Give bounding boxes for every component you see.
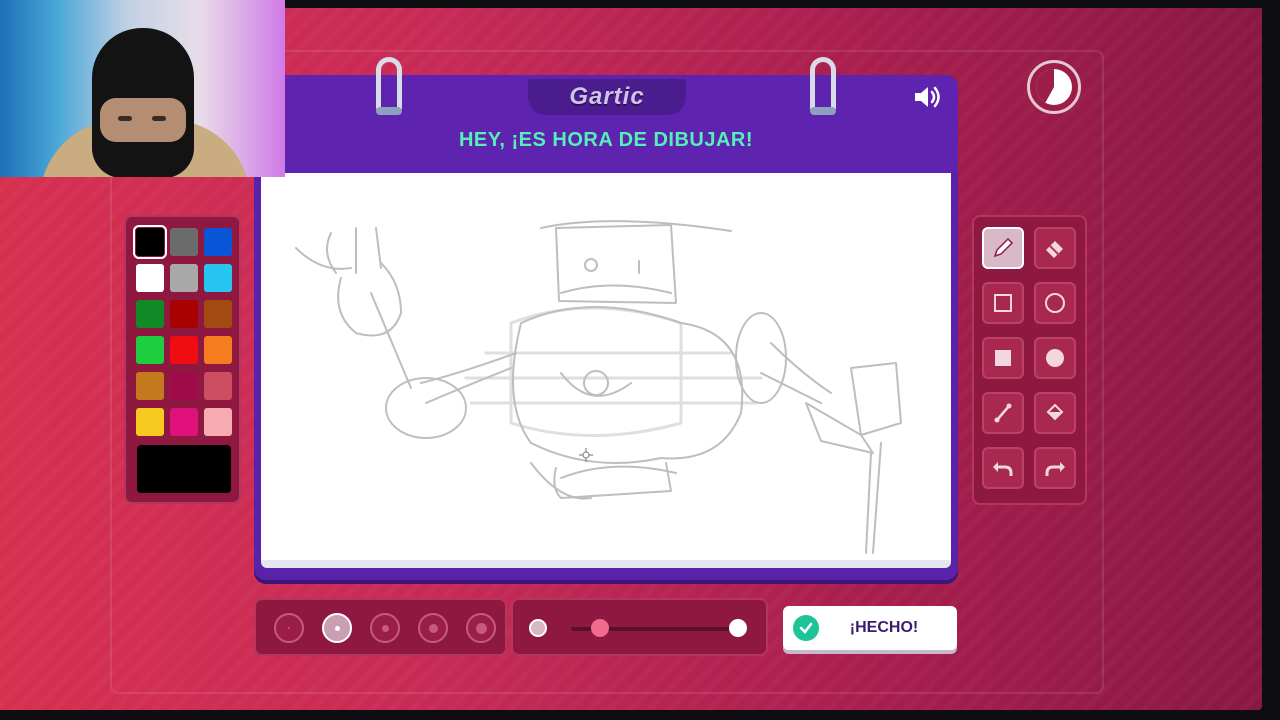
speaker-icon — [915, 86, 940, 108]
tool-undo[interactable] — [982, 447, 1024, 489]
color-swatch[interactable] — [204, 372, 232, 400]
color-palette — [124, 215, 241, 504]
pencil-icon — [993, 237, 1014, 258]
brush-size-dot — [428, 623, 438, 633]
timer — [1027, 60, 1081, 114]
watermark — [464, 306, 763, 437]
tool-rectangle-filled[interactable] — [982, 337, 1024, 379]
eraser-icon — [1046, 241, 1063, 258]
current-color-preview — [137, 445, 231, 493]
brush-size-button[interactable] — [322, 613, 352, 643]
color-swatch[interactable] — [170, 264, 198, 292]
color-swatch[interactable] — [170, 228, 198, 256]
brush-size-dot — [381, 624, 389, 632]
color-swatch[interactable] — [204, 228, 232, 256]
color-swatch[interactable] — [136, 300, 164, 328]
rectangle-outline-icon — [994, 294, 1012, 312]
tool-fill-bucket[interactable] — [1034, 392, 1076, 434]
line-icon — [994, 403, 1012, 423]
rectangle-filled-icon — [995, 350, 1011, 366]
drawing-canvas[interactable] — [261, 173, 951, 563]
brush-size-dot — [288, 627, 290, 629]
webcam-person-eye — [118, 116, 132, 121]
gartic-logo: Gartic — [569, 83, 645, 110]
redo-icon — [1045, 462, 1065, 476]
color-swatch[interactable] — [204, 336, 232, 364]
color-swatch[interactable] — [136, 336, 164, 364]
color-swatch[interactable] — [136, 372, 164, 400]
draw-prompt: HEY, ¡ES HORA DE DIBUJAR! — [458, 129, 753, 151]
opacity-slider-handle[interactable] — [591, 619, 610, 637]
checkmark-icon — [793, 615, 819, 641]
opacity-slider[interactable] — [511, 598, 768, 656]
brush-size-dot — [475, 622, 487, 634]
webcam-person-face — [100, 98, 186, 142]
timer-icon — [1036, 69, 1072, 105]
color-swatch[interactable] — [170, 408, 198, 436]
color-swatch[interactable] — [204, 264, 232, 292]
circle-filled-icon — [1046, 349, 1064, 367]
binder-ring — [376, 57, 402, 115]
logo-tab: Gartic — [528, 79, 686, 115]
brush-size-button[interactable] — [418, 613, 448, 643]
brush-size-button[interactable] — [466, 613, 496, 643]
tool-panel — [972, 215, 1087, 505]
binder-ring — [810, 57, 836, 115]
brush-size-dot — [334, 625, 340, 631]
color-swatch[interactable] — [170, 300, 198, 328]
brush-size-button[interactable] — [370, 613, 400, 643]
tool-rectangle-outline[interactable] — [982, 282, 1024, 324]
webcam-person-eye — [152, 116, 166, 121]
color-swatch[interactable] — [136, 408, 164, 436]
tool-redo[interactable] — [1034, 447, 1076, 489]
color-swatch[interactable] — [204, 300, 232, 328]
webcam-overlay — [0, 0, 285, 177]
color-swatch[interactable] — [170, 372, 198, 400]
done-button[interactable]: ¡HECHO! — [783, 606, 957, 650]
tool-pencil[interactable] — [982, 227, 1024, 269]
brush-size-button[interactable] — [274, 613, 304, 643]
tool-line[interactable] — [982, 392, 1024, 434]
sound-toggle[interactable] — [910, 83, 944, 111]
undo-icon — [993, 462, 1013, 476]
tool-circle-outline[interactable] — [1034, 282, 1076, 324]
circle-outline-icon — [1045, 293, 1065, 313]
canvas-page-edge — [261, 560, 951, 568]
tool-circle-filled[interactable] — [1034, 337, 1076, 379]
opacity-max-indicator — [729, 619, 747, 637]
opacity-min-indicator — [529, 619, 547, 637]
color-swatch[interactable] — [136, 264, 164, 292]
color-swatch[interactable] — [170, 336, 198, 364]
notebook-header: Gartic HEY, ¡ES HORA DE DIBUJAR! — [254, 75, 958, 173]
fill-bucket-icon — [1046, 403, 1064, 421]
sketch-drawing — [295, 220, 902, 554]
color-swatch[interactable] — [204, 408, 232, 436]
done-button-label: ¡HECHO! — [849, 619, 919, 636]
tool-eraser[interactable] — [1034, 227, 1076, 269]
drawing-notebook: Gartic HEY, ¡ES HORA DE DIBUJAR! — [254, 57, 958, 580]
brush-size-selector — [254, 598, 507, 656]
color-swatch[interactable] — [133, 225, 167, 259]
